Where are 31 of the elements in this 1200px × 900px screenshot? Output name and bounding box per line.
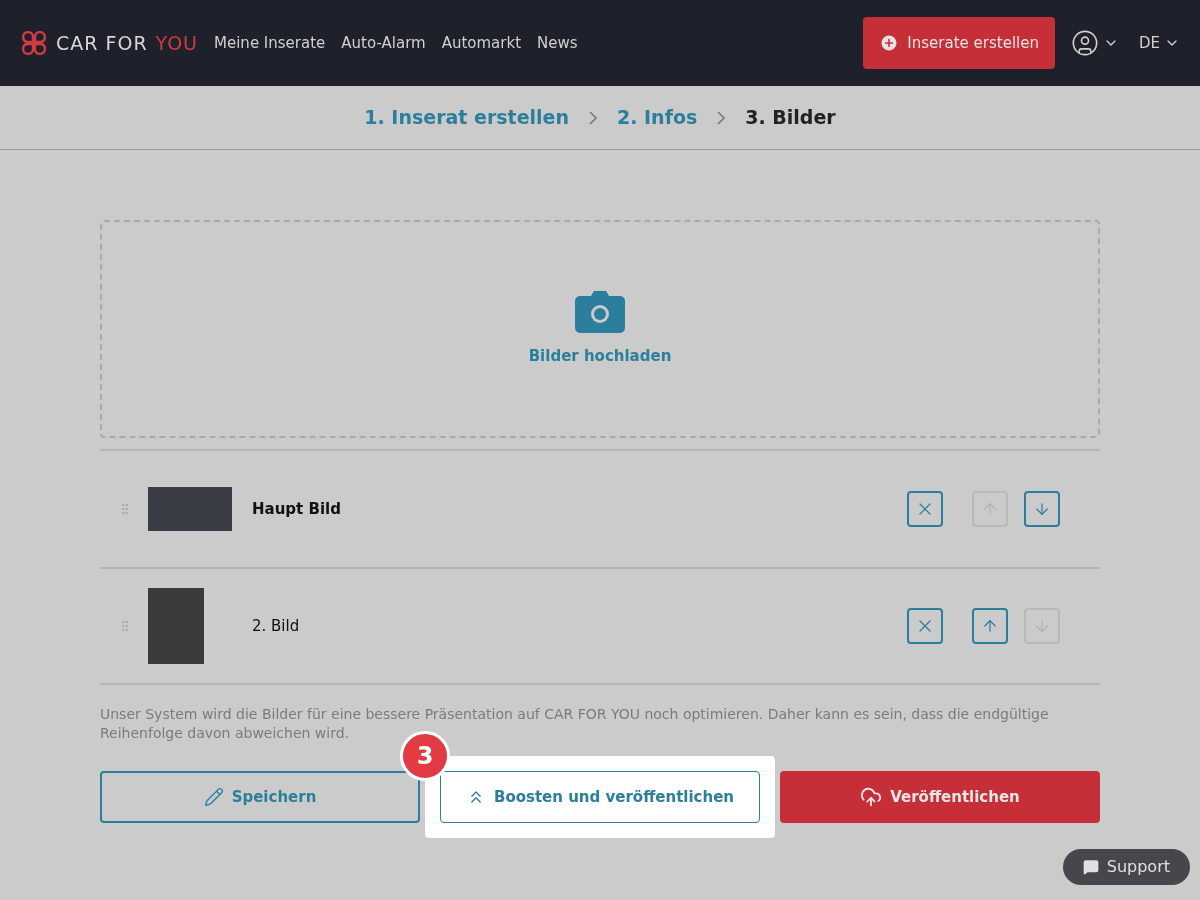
create-listing-button[interactable]: Inserate erstellen: [863, 17, 1055, 69]
upload-label: Bilder hochladen: [528, 345, 672, 367]
chevron-right-icon: [589, 110, 597, 125]
support-button[interactable]: Support: [1062, 849, 1190, 885]
chat-icon: [1082, 859, 1099, 875]
plus-circle-icon: [879, 33, 900, 53]
nav-link[interactable]: News: [537, 31, 578, 55]
nav-link[interactable]: Meine Inserate: [214, 31, 326, 55]
remove-button[interactable]: [907, 608, 943, 644]
arrow-down-icon: [1033, 617, 1051, 635]
nav-link[interactable]: Auto-Alarm: [341, 31, 426, 55]
nav-link[interactable]: Automarkt: [441, 31, 522, 55]
arrow-down-icon: [1033, 500, 1051, 518]
remove-button[interactable]: [907, 491, 943, 527]
cloud-upload-icon: [860, 786, 883, 808]
publish-button[interactable]: Veröffentlichen: [780, 771, 1100, 823]
move-up-button[interactable]: [972, 608, 1008, 644]
camera-icon: [575, 290, 625, 333]
logo-accent-text: YOU: [155, 30, 199, 56]
user-icon: [1070, 29, 1099, 57]
image-title: 2. Bild: [252, 615, 300, 637]
boost-publish-button[interactable]: Boosten und veröffentlichen: [440, 771, 760, 823]
pencil-icon: [203, 787, 224, 807]
logo-text: CAR FOR: [56, 30, 148, 56]
step-link[interactable]: 3. Bilder: [745, 103, 836, 132]
chevron-right-icon: [717, 110, 726, 125]
language-select[interactable]: DE: [1138, 31, 1180, 55]
move-down-button[interactable]: [1024, 491, 1060, 527]
logo-icon: [20, 30, 48, 56]
image-title: Haupt Bild: [252, 498, 341, 520]
tour-step-badge: 3: [400, 731, 450, 781]
